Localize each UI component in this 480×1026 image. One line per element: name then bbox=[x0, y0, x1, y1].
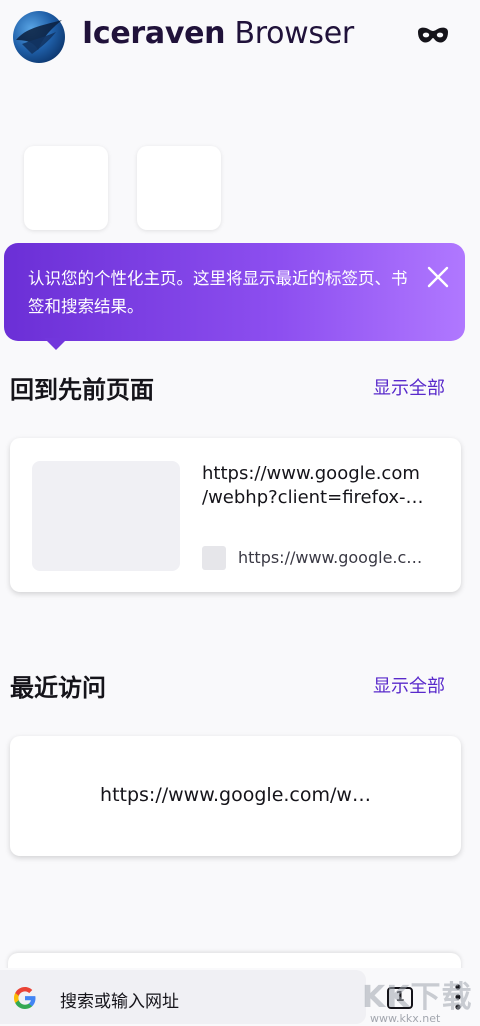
watermark: KK下载 www.kkx.net bbox=[358, 972, 478, 1026]
watermark-logo-text: KK下载 bbox=[362, 980, 473, 1015]
top-site-tile[interactable] bbox=[24, 146, 108, 230]
onboarding-popup: 认识您的个性化主页。这里将显示最近的标签页、书签和搜索结果。 bbox=[4, 243, 465, 341]
recent-visit-title: https://www.google.com/w… bbox=[100, 784, 371, 806]
recent-visits-show-all-link[interactable]: 显示全部 bbox=[373, 672, 445, 698]
recent-tab-card[interactable]: https://www.google.com /webhp?client=fir… bbox=[10, 438, 461, 592]
google-g-icon bbox=[14, 987, 36, 1009]
brand-name: Iceraven Browser bbox=[82, 16, 354, 51]
close-icon[interactable] bbox=[424, 263, 452, 291]
watermark-url: www.kkx.net bbox=[370, 1012, 441, 1025]
top-site-tile[interactable] bbox=[137, 146, 221, 230]
iceraven-logo-icon bbox=[13, 11, 65, 63]
recent-tab-url: https://www.google.c… bbox=[238, 548, 423, 567]
favicon-icon bbox=[202, 546, 226, 570]
recent-tab-title: https://www.google.com /webhp?client=fir… bbox=[202, 463, 424, 508]
recent-visits-title: 最近访问 bbox=[10, 674, 106, 702]
home-header: Iceraven Browser bbox=[0, 0, 480, 80]
jump-back-in-title: 回到先前页面 bbox=[10, 376, 154, 404]
jump-back-in-show-all-link[interactable]: 显示全部 bbox=[373, 374, 445, 400]
address-bar[interactable]: 搜索或输入网址 bbox=[0, 970, 366, 1024]
tab-thumbnail bbox=[32, 461, 180, 571]
private-browsing-mask-icon[interactable] bbox=[416, 24, 450, 48]
popup-pointer bbox=[44, 338, 68, 350]
search-placeholder: 搜索或输入网址 bbox=[60, 992, 179, 1012]
onboarding-message: 认识您的个性化主页。这里将显示最近的标签页、书签和搜索结果。 bbox=[28, 269, 408, 316]
recent-visit-card[interactable]: https://www.google.com/w… bbox=[10, 736, 461, 856]
